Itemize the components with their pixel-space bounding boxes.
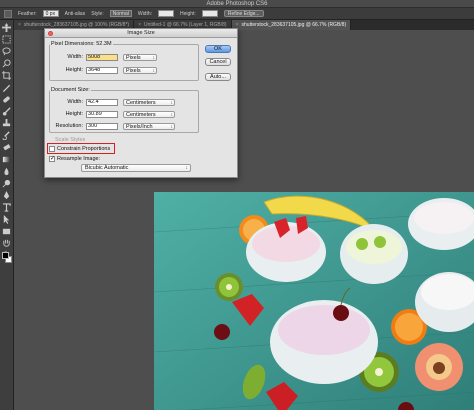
crop-tool-icon[interactable] [2,71,11,80]
pixel-width-unit-select[interactable]: Pixels [123,53,157,61]
type-tool-icon[interactable] [2,203,11,212]
app-title-bar: Adobe Photoshop CS6 [0,0,474,8]
height-input[interactable] [201,10,218,17]
history-brush-tool-icon[interactable] [2,131,11,140]
image-size-dialog: Image Size Pixel Dimensions: 52.3M Width… [44,28,238,178]
clone-stamp-tool-icon[interactable] [2,119,11,128]
move-tool-icon[interactable] [2,23,11,32]
pixel-width-input[interactable] [86,53,118,61]
color-swatches[interactable] [2,252,12,264]
doc-height-input[interactable] [86,110,118,118]
document-image[interactable] [154,192,474,410]
resample-method-select[interactable]: Bicubic Automatic [81,164,191,172]
marquee-tool-icon[interactable] [2,35,11,44]
resolution-input[interactable] [86,122,118,130]
width-input[interactable] [158,10,175,17]
yogurt-photo-illustration [154,192,474,410]
style-label: Style: [91,10,104,17]
resample-image-label[interactable]: Resample Image: [57,156,100,162]
options-bar: Feather: 0 px Anti-alias Style: Normal W… [0,8,474,20]
antialias-checkbox[interactable]: Anti-alias [65,11,86,17]
resolution-label: Resolution: [55,123,83,129]
width-label: Width: [137,10,153,17]
refine-edge-button[interactable]: Refine Edge... [223,10,264,17]
style-select[interactable]: Normal [109,10,132,17]
resolution-unit-select[interactable]: Pixels/Inch [123,122,175,130]
pen-tool-icon[interactable] [2,191,11,200]
rectangle-tool-icon[interactable] [2,227,11,236]
pixel-dimensions-group: Pixel Dimensions: 52.3M [49,41,199,81]
pixel-dimensions-size: 52.3M [96,41,112,47]
brush-tool-icon[interactable] [2,107,11,116]
feather-input[interactable]: 0 px [42,10,59,17]
constrain-highlight-annotation [47,143,115,154]
lasso-tool-icon[interactable] [2,47,11,56]
resample-method-value: Bicubic Automatic [85,165,129,171]
height-label: Height: [180,10,196,17]
eraser-tool-icon[interactable] [2,143,11,152]
eyedropper-tool-icon[interactable] [2,83,11,92]
app-title: Adobe Photoshop CS6 [206,1,268,7]
pixel-height-label: Height: [65,67,83,73]
auto-button[interactable]: Auto... [205,73,231,81]
close-tab-icon[interactable]: × [18,20,21,30]
gradient-tool-icon[interactable] [2,155,11,164]
dialog-title: Image Size [45,29,237,38]
dodge-tool-icon[interactable] [2,179,11,188]
doc-width-unit-select[interactable]: Centimeters [123,98,175,106]
quick-selection-tool-icon[interactable] [2,59,11,68]
doc-height-unit-select[interactable]: Centimeters [123,110,175,118]
doc-width-label: Width: [67,99,83,105]
hand-tool-icon[interactable] [2,239,11,248]
pixel-height-input[interactable] [86,66,118,74]
ok-button[interactable]: OK [205,45,231,53]
tab-label: shutterstock_283637105.jpg @ 66.7% (RGB/… [241,22,347,28]
resample-image-checkbox[interactable]: ✓ [49,156,55,162]
pixel-width-label: Width: [67,54,83,60]
healing-brush-tool-icon[interactable] [2,95,11,104]
pixel-height-unit-select[interactable]: Pixels [123,66,157,74]
marquee-tool-icon[interactable] [4,9,12,18]
pixel-dimensions-legend: Pixel Dimensions: 52.3M [51,41,112,47]
doc-width-input[interactable] [86,98,118,106]
doc-height-label: Height: [65,111,83,117]
document-size-legend: Document Size: [51,87,90,93]
foreground-color-swatch[interactable] [2,252,9,259]
toolbox [0,20,14,410]
cancel-button[interactable]: Cancel [205,58,231,66]
tab-document-3[interactable]: × shutterstock_283637105.jpg @ 66.7% (RG… [231,20,352,30]
feather-label: Feather: [18,10,37,17]
path-selection-tool-icon[interactable] [2,215,11,224]
blur-tool-icon[interactable] [2,167,11,176]
close-dialog-icon[interactable] [48,31,53,36]
